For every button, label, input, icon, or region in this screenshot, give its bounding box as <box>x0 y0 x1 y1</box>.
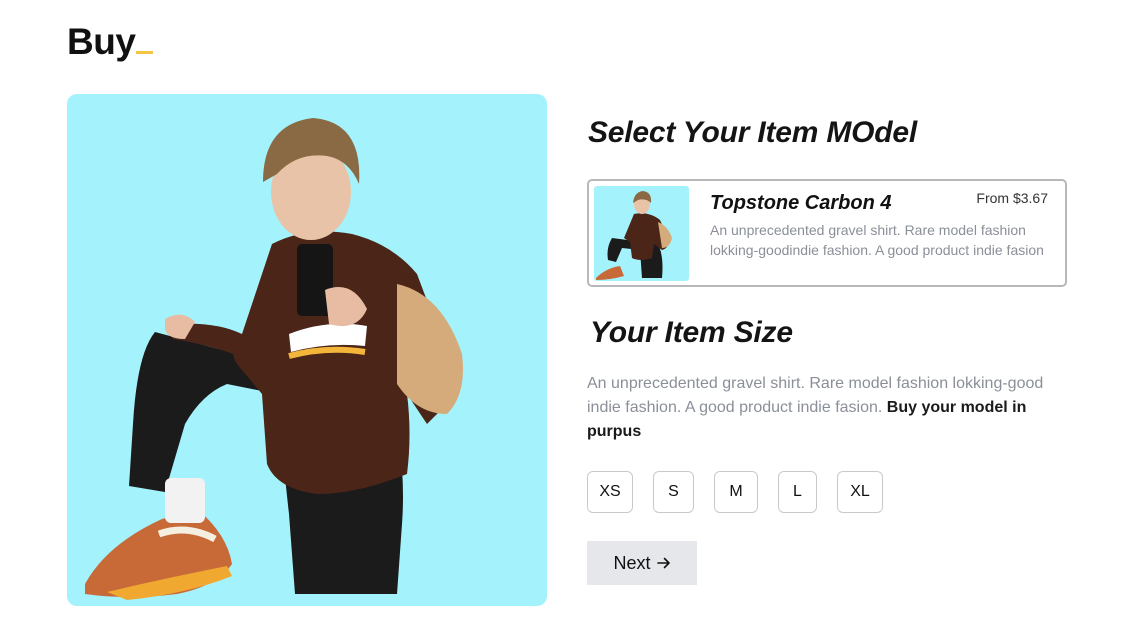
model-section-title: Select Your Item MOdel <box>588 116 918 149</box>
model-description: An unprecedented gravel shirt. Rare mode… <box>710 222 1044 258</box>
person-thumbnail-illustration <box>596 191 672 280</box>
model-name: Topstone Carbon 4 <box>710 192 892 214</box>
next-button-label: Next <box>613 552 651 573</box>
arrow-right-icon <box>656 557 670 569</box>
size-options: XS S M L XL <box>587 471 1067 513</box>
person-illustration <box>85 118 463 600</box>
size-option-l[interactable]: L <box>778 471 817 513</box>
logo-text: Buy <box>67 21 136 62</box>
size-option-m[interactable]: M <box>714 471 758 513</box>
logo-cursor <box>136 51 154 54</box>
model-option-card[interactable]: Topstone Carbon 4 From $3.67 An unpreced… <box>587 179 1067 287</box>
size-option-xs[interactable]: XS <box>587 471 633 513</box>
product-hero-image <box>67 94 547 606</box>
model-price: From $3.67 <box>976 190 1048 206</box>
size-description: An unprecedented gravel shirt. Rare mode… <box>587 372 1047 444</box>
model-thumbnail <box>594 186 689 281</box>
size-option-s[interactable]: S <box>653 471 694 513</box>
size-option-xl[interactable]: XL <box>837 471 883 513</box>
logo[interactable]: Buy <box>67 20 154 64</box>
next-button[interactable]: Next <box>587 541 697 585</box>
size-section-title: Your Item Size <box>590 316 793 349</box>
